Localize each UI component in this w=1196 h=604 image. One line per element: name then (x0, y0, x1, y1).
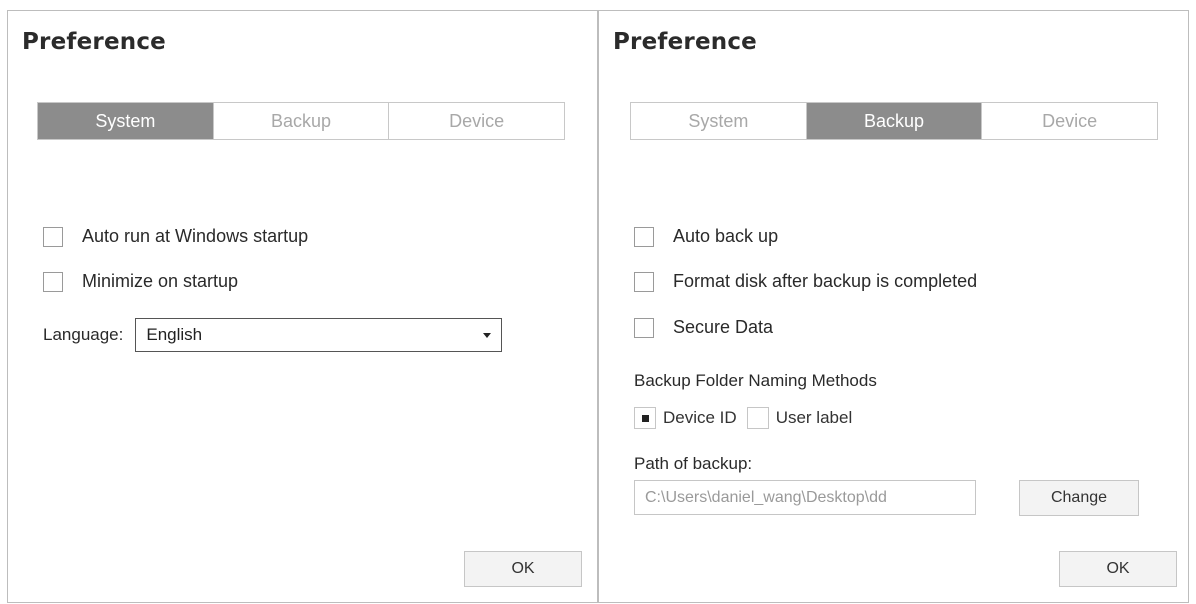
language-value: English (146, 325, 203, 344)
device-id-label: Device ID (663, 408, 737, 427)
preference-dialog-backup: Preference System Backup Device Auto bac… (598, 10, 1189, 603)
preference-dialog-system: Preference System Backup Device Auto run… (7, 10, 598, 603)
user-label-label: User label (775, 408, 853, 427)
language-label: Language: (43, 325, 124, 344)
minimize-label: Minimize on startup (82, 271, 239, 291)
auto-backup-label: Auto back up (673, 226, 779, 246)
tab-backup[interactable]: Backup (806, 103, 983, 139)
tab-device[interactable]: Device (389, 103, 565, 139)
language-select[interactable]: English (135, 318, 503, 352)
path-label: Path of backup: (634, 454, 753, 473)
minimize-option[interactable]: Minimize on startup (43, 271, 238, 292)
auto-run-checkbox[interactable] (43, 226, 63, 247)
chevron-down-icon (483, 332, 492, 338)
auto-backup-option[interactable]: Auto back up (634, 226, 778, 247)
format-disk-option[interactable]: Format disk after backup is completed (634, 271, 977, 292)
language-row: Language: English (43, 318, 503, 352)
dialog-title: Preference (22, 29, 166, 55)
tab-system[interactable]: System (38, 103, 214, 139)
secure-data-checkbox[interactable] (634, 317, 654, 338)
tab-backup[interactable]: Backup (213, 103, 390, 139)
tab-bar: System Backup Device (630, 102, 1158, 140)
secure-data-label: Secure Data (673, 317, 774, 337)
ok-button[interactable]: OK (464, 551, 582, 587)
backup-path-field[interactable]: C:\Users\daniel_wang\Desktop\dd (634, 480, 976, 515)
naming-methods-group: Device ID User label (634, 407, 862, 429)
auto-backup-checkbox[interactable] (634, 226, 654, 247)
secure-data-option[interactable]: Secure Data (634, 317, 773, 338)
ok-button[interactable]: OK (1059, 551, 1177, 587)
format-disk-label: Format disk after backup is completed (673, 271, 978, 291)
user-label-radio[interactable] (746, 407, 769, 429)
tab-device[interactable]: Device (982, 103, 1158, 139)
tab-bar: System Backup Device (37, 102, 565, 140)
selected-dot-icon (641, 414, 649, 422)
naming-methods-label: Backup Folder Naming Methods (634, 371, 877, 390)
dialog-title: Preference (613, 29, 757, 55)
auto-run-option[interactable]: Auto run at Windows startup (43, 226, 308, 247)
change-button[interactable]: Change (1019, 480, 1139, 516)
format-disk-checkbox[interactable] (634, 271, 654, 292)
tab-system[interactable]: System (631, 103, 807, 139)
auto-run-label: Auto run at Windows startup (82, 226, 309, 246)
minimize-checkbox[interactable] (43, 271, 63, 292)
device-id-radio[interactable] (634, 407, 656, 429)
